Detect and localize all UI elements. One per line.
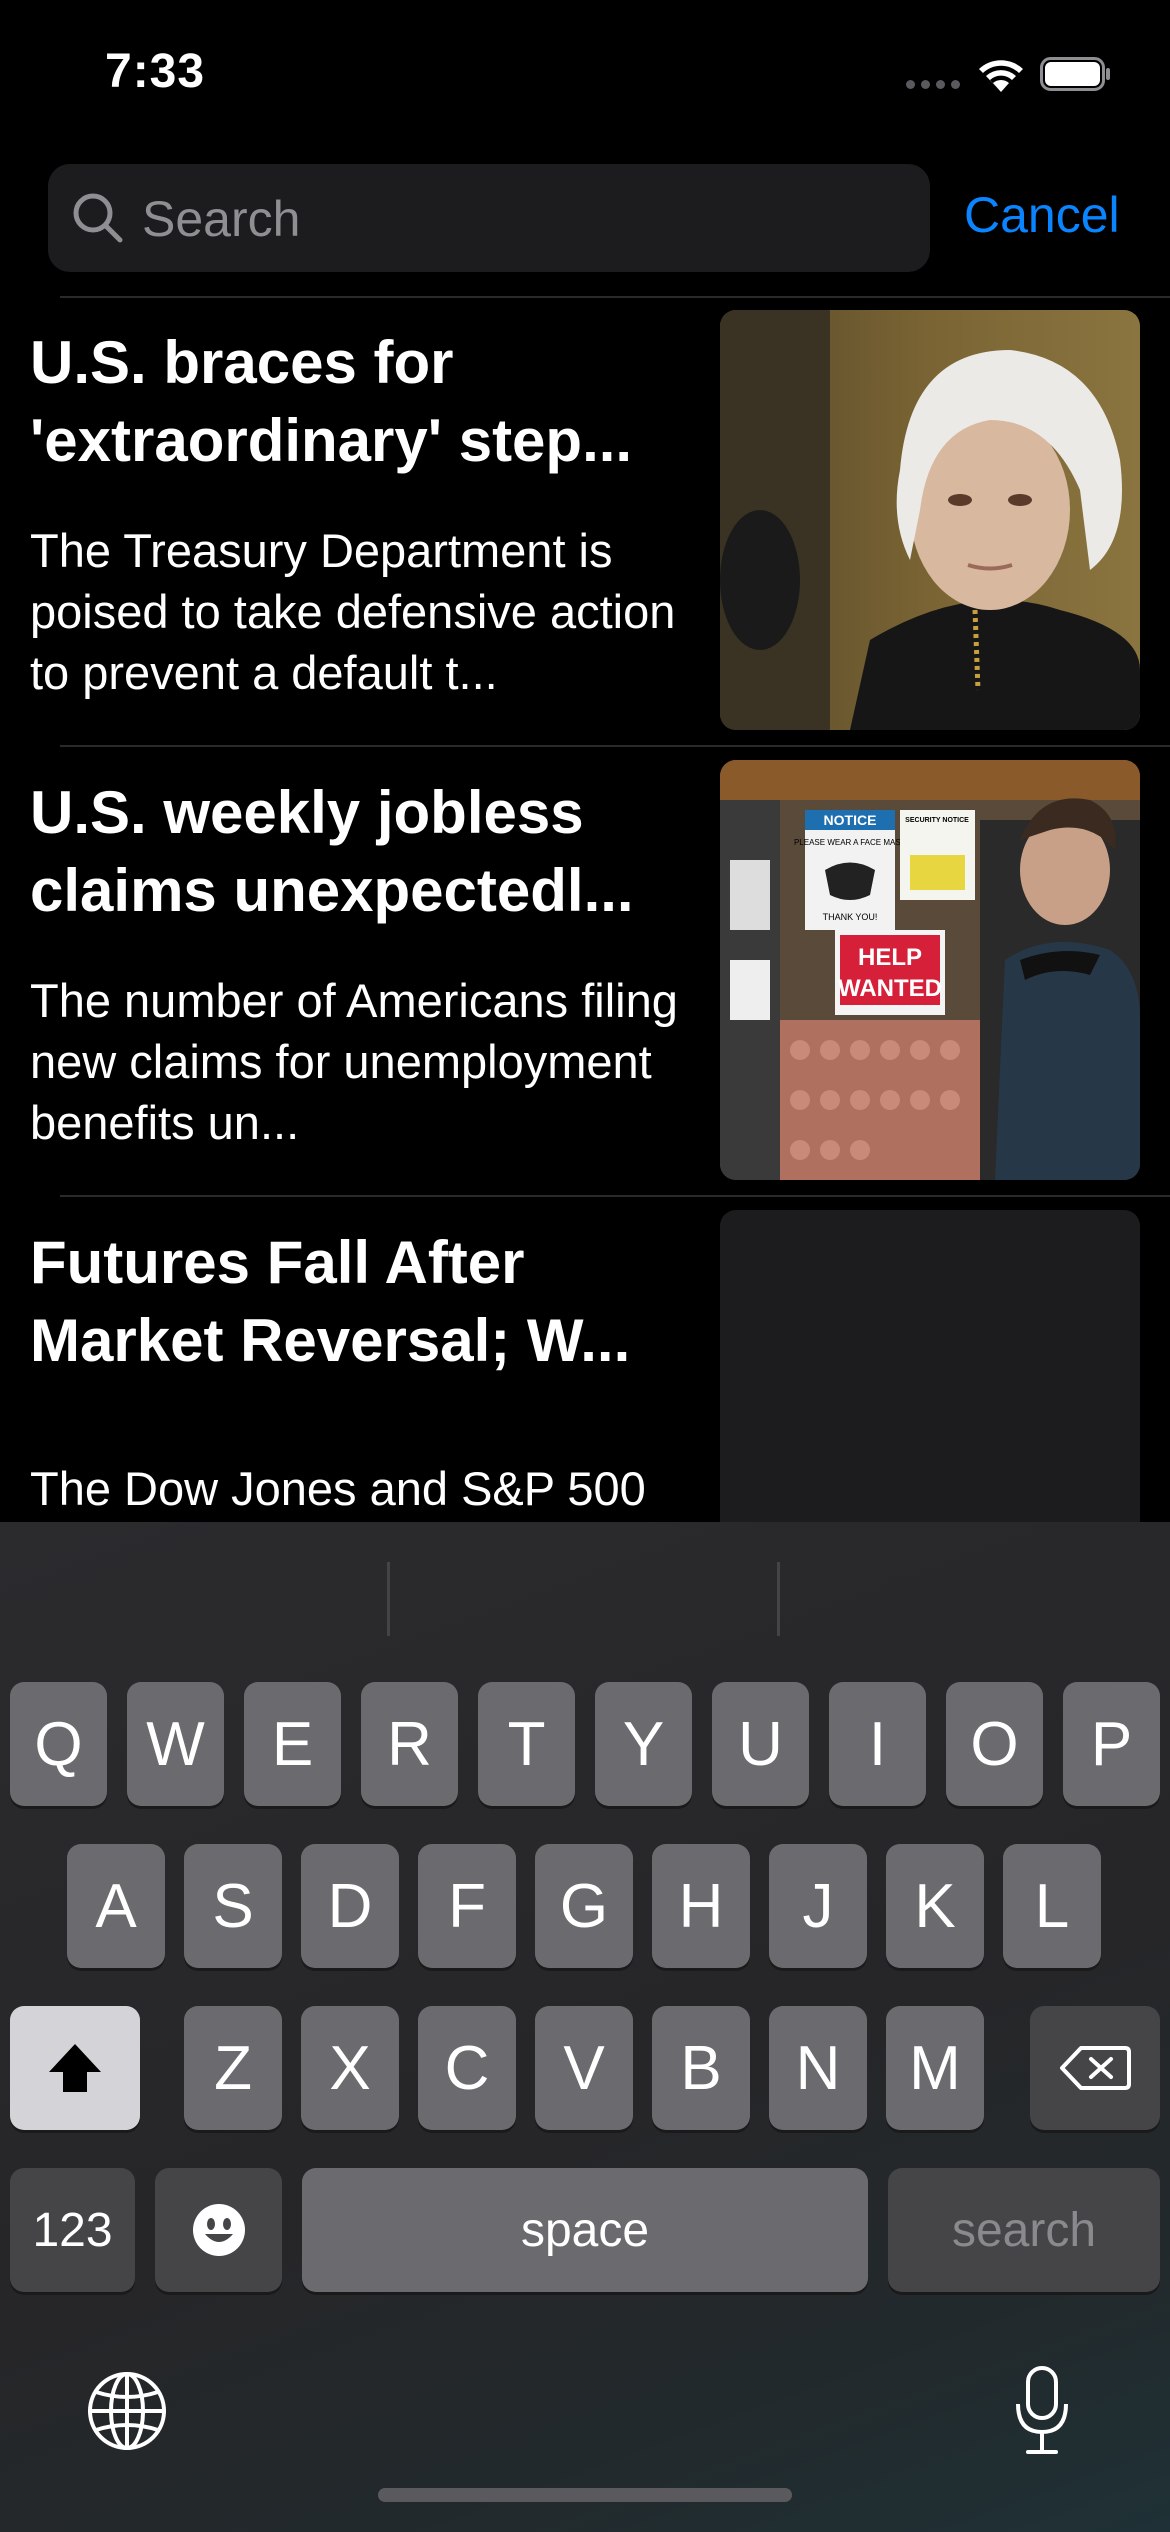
- suggestion-divider: [387, 1562, 390, 1636]
- search-icon: [73, 193, 123, 243]
- key-g[interactable]: G: [535, 1844, 633, 1968]
- article-headline: U.S. braces for 'extraordinary' step...: [30, 329, 633, 474]
- key-p[interactable]: P: [1063, 1682, 1160, 1806]
- article-summary: The number of Americans filing new claim…: [30, 974, 678, 1149]
- sign-wanted-text: WANTED: [838, 975, 942, 1002]
- key-e[interactable]: E: [244, 1682, 341, 1806]
- globe-icon[interactable]: [86, 2370, 168, 2452]
- key-m[interactable]: M: [886, 2006, 984, 2130]
- shift-icon: [49, 2044, 101, 2092]
- space-key[interactable]: space: [302, 2168, 868, 2292]
- article-card[interactable]: U.S. weekly jobless claims unexpectedl..…: [0, 750, 1170, 1190]
- shift-key[interactable]: [10, 2006, 140, 2130]
- key-h[interactable]: H: [652, 1844, 750, 1968]
- key-z[interactable]: Z: [184, 2006, 282, 2130]
- home-indicator[interactable]: [378, 2488, 792, 2502]
- status-time: 7:33: [105, 45, 206, 98]
- emoji-icon: [192, 2204, 245, 2256]
- key-q[interactable]: Q: [10, 1682, 107, 1806]
- search-input[interactable]: [140, 182, 904, 256]
- emoji-key[interactable]: [155, 2168, 282, 2292]
- sign-thanks-text: THANK YOU!: [823, 912, 878, 922]
- key-c[interactable]: C: [418, 2006, 516, 2130]
- sign-notice-text: NOTICE: [824, 812, 877, 828]
- key-r[interactable]: R: [361, 1682, 458, 1806]
- wifi-icon: [979, 60, 1023, 92]
- key-t[interactable]: T: [478, 1682, 575, 1806]
- delete-key[interactable]: [1030, 2006, 1160, 2130]
- key-i[interactable]: I: [829, 1682, 926, 1806]
- article-summary: The Dow Jones and S&P 500: [30, 1462, 646, 1515]
- cellular-signal-icon: [906, 80, 960, 89]
- divider: [60, 296, 1170, 298]
- key-f[interactable]: F: [418, 1844, 516, 1968]
- suggestion-divider: [777, 1562, 780, 1636]
- article-headline: Futures Fall After Market Reversal; W...: [30, 1229, 631, 1374]
- key-o[interactable]: O: [946, 1682, 1043, 1806]
- key-a[interactable]: A: [67, 1844, 165, 1968]
- numbers-key[interactable]: 123: [10, 2168, 135, 2292]
- divider: [60, 745, 1170, 747]
- key-d[interactable]: D: [301, 1844, 399, 1968]
- key-u[interactable]: U: [712, 1682, 809, 1806]
- search-bar[interactable]: [48, 164, 930, 272]
- key-n[interactable]: N: [769, 2006, 867, 2130]
- microphone-icon[interactable]: [1010, 2364, 1074, 2458]
- key-y[interactable]: Y: [595, 1682, 692, 1806]
- status-bar: 7:33: [0, 0, 1170, 150]
- cancel-button[interactable]: Cancel: [964, 186, 1120, 244]
- article-headline: U.S. weekly jobless claims unexpectedl..…: [30, 779, 634, 924]
- article-card[interactable]: U.S. braces for 'extraordinary' step... …: [0, 300, 1170, 740]
- backspace-icon: [1060, 2046, 1131, 2090]
- article-summary: The Treasury Department is poised to tak…: [30, 524, 676, 699]
- key-l[interactable]: L: [1003, 1844, 1101, 1968]
- article-thumbnail: NOTICE PLEASE WEAR A FACE MASK THANK YOU…: [720, 760, 1140, 1180]
- key-v[interactable]: V: [535, 2006, 633, 2130]
- keyboard: Q W E R T Y U I O P A S D F G H J K L Z …: [0, 1522, 1170, 2532]
- sign-security-text: SECURITY NOTICE: [905, 817, 969, 824]
- key-x[interactable]: X: [301, 2006, 399, 2130]
- article-thumbnail: [720, 310, 1140, 730]
- key-b[interactable]: B: [652, 2006, 750, 2130]
- key-s[interactable]: S: [184, 1844, 282, 1968]
- battery-icon: [1040, 57, 1110, 91]
- divider: [60, 1195, 1170, 1197]
- key-k[interactable]: K: [886, 1844, 984, 1968]
- sign-mask-text: PLEASE WEAR A FACE MASK: [794, 838, 907, 847]
- key-w[interactable]: W: [127, 1682, 224, 1806]
- search-key[interactable]: search: [888, 2168, 1160, 2292]
- key-j[interactable]: J: [769, 1844, 867, 1968]
- sign-help-text: HELP: [858, 944, 922, 971]
